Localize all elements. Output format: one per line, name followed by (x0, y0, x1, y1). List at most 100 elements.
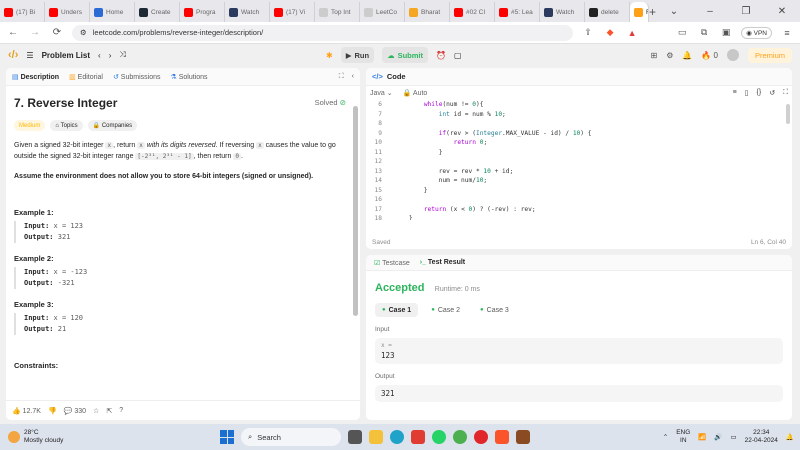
browser-tab-active[interactable]: Re × (630, 2, 649, 22)
case-tab-2[interactable]: ● Case 2 (424, 303, 467, 317)
browser-tab[interactable]: LeetCo (360, 2, 405, 22)
reload-button[interactable]: ⟳ (50, 27, 64, 38)
notes-icon[interactable]: ▢ (454, 51, 462, 60)
code-line[interactable]: 14 num = num/10; (366, 176, 792, 186)
bookmark-icon[interactable]: ▯ (745, 89, 749, 97)
code-line[interactable]: 18 } (366, 214, 792, 220)
autocomplete-toggle[interactable]: 🔒 Auto (403, 89, 428, 97)
menu-icon[interactable]: ≡ (780, 28, 794, 38)
task-view-icon[interactable] (348, 430, 362, 444)
back-button[interactable]: ← (6, 27, 20, 38)
page-title[interactable]: 7. Reverse Integer (14, 96, 352, 110)
new-tab-button[interactable]: + (649, 2, 656, 22)
chrome-icon[interactable] (453, 430, 467, 444)
browser-tab[interactable]: Progra (180, 2, 225, 22)
site-info-icon[interactable]: ⚙ (80, 28, 87, 37)
browser-tab[interactable]: Create (135, 2, 180, 22)
windows-start-icon[interactable] (220, 430, 234, 444)
weather-widget[interactable]: 28°C Mostly cloudy (0, 429, 63, 445)
share-icon[interactable]: ⇪ (581, 27, 595, 38)
volume-icon[interactable]: 🔊 (714, 433, 722, 441)
minimize-button[interactable]: – (692, 6, 728, 17)
browser-tab[interactable]: Top Int (315, 2, 360, 22)
help-icon[interactable]: ? (119, 407, 123, 414)
code-line[interactable]: 13 rev = rev * 10 + id; (366, 167, 792, 177)
code-line[interactable]: 15 } (366, 186, 792, 196)
braces-icon[interactable]: {} (757, 89, 762, 97)
settings-icon[interactable]: ⚙ (666, 51, 673, 60)
submit-button[interactable]: ☁ Submit (382, 47, 428, 63)
edge-icon[interactable] (390, 430, 404, 444)
browser-tab[interactable]: delete (585, 2, 630, 22)
taskbar-search[interactable]: ⌕ Search (241, 428, 341, 446)
extensions-icon[interactable]: ⧉ (697, 27, 711, 38)
collapse-panel-icon[interactable]: ‹ (352, 73, 354, 81)
wallet-icon[interactable]: ▣ (719, 27, 733, 38)
browser-tab[interactable]: #02 CI (450, 2, 495, 22)
brave-icon[interactable] (495, 430, 509, 444)
code-line[interactable]: 11 } (366, 148, 792, 158)
case-tab-3[interactable]: ● Case 3 (473, 303, 516, 317)
code-line[interactable]: 16 (366, 195, 792, 205)
brave-shield-icon[interactable]: ◆ (603, 27, 617, 38)
whatsapp-icon[interactable] (432, 430, 446, 444)
notifications-icon[interactable]: 🔔 (682, 51, 692, 60)
expand-icon[interactable]: ⛶ (339, 73, 344, 81)
forward-button[interactable]: → (28, 27, 42, 38)
comments-button[interactable]: 💬 330 (64, 407, 86, 415)
code-line[interactable]: 10 return 0; (366, 138, 792, 148)
run-button[interactable]: ▶ Run (340, 47, 375, 63)
chevron-up-icon[interactable]: ⌃ (663, 433, 668, 441)
language-select[interactable]: Java ⌄ (370, 89, 393, 97)
close-window-button[interactable]: ✕ (764, 6, 800, 17)
browser-tab[interactable]: Watch (540, 2, 585, 22)
browser-tab[interactable]: Bharat (405, 2, 450, 22)
companies-badge[interactable]: 🔒 Companies (87, 120, 138, 131)
tab-submissions[interactable]: ↺ Submissions (113, 73, 161, 81)
layout-icon[interactable]: ⊞ (651, 51, 658, 60)
url-field[interactable]: ⚙ leetcode.com/problems/reverse-integer/… (72, 24, 574, 41)
language-indicator[interactable]: ENG IN (676, 429, 690, 445)
code-line[interactable]: 12 (366, 157, 792, 167)
case-tab-1[interactable]: ● Case 1 (375, 303, 419, 317)
premium-button[interactable]: Premium (747, 47, 792, 63)
code-line[interactable]: 17 return (x < 0) ? (-rev) : rev; (366, 205, 792, 215)
code-line[interactable]: 7 int id = num % 10; (366, 110, 792, 120)
streak-counter[interactable]: 🔥 0 (701, 51, 718, 60)
like-button[interactable]: 👍 12.7K (12, 407, 41, 415)
browser-tab[interactable]: Watch (225, 2, 270, 22)
app-icon[interactable] (411, 430, 425, 444)
dislike-button[interactable]: 👎 (48, 407, 57, 415)
code-line[interactable]: 9 if(rev > (Integer.MAX_VALUE - id) / 10… (366, 129, 792, 139)
tab-search-icon[interactable]: ⌄ (656, 6, 692, 17)
editor-scrollbar[interactable] (786, 104, 790, 124)
next-problem-icon[interactable]: › (109, 51, 112, 60)
browser-tab[interactable]: #5: Lea (495, 2, 540, 22)
topics-badge[interactable]: ⌂ Topics (50, 120, 83, 131)
opera-icon[interactable] (474, 430, 488, 444)
format-icon[interactable]: ≡ (733, 89, 737, 97)
wifi-icon[interactable]: 📶 (698, 433, 706, 441)
code-line[interactable]: 8 (366, 119, 792, 129)
tab-description[interactable]: ▤ Description (12, 73, 59, 81)
clock[interactable]: 22:34 22-04-2024 (745, 429, 778, 445)
browser-tab[interactable]: (17) Vi (270, 2, 315, 22)
sidebar-icon[interactable]: ▭ (675, 27, 689, 38)
file-explorer-icon[interactable] (369, 430, 383, 444)
avatar[interactable] (726, 49, 739, 61)
browser-tab[interactable]: Home (90, 2, 135, 22)
app-icon-2[interactable] (516, 430, 530, 444)
battery-icon[interactable]: ▭ (731, 433, 737, 441)
tab-editorial[interactable]: ▥ Editorial (69, 73, 103, 81)
vpn-button[interactable]: ◉ VPN (741, 26, 772, 39)
debug-icon[interactable]: ✱ (326, 51, 333, 60)
prev-problem-icon[interactable]: ‹ (98, 51, 101, 60)
tab-test-result[interactable]: ›_ Test Result (420, 259, 465, 266)
shuffle-icon[interactable]: ⤨ (119, 50, 125, 60)
fullscreen-icon[interactable]: ⛶ (783, 89, 788, 97)
description-scrollbar[interactable] (353, 106, 358, 316)
browser-tab[interactable]: Unders (45, 2, 90, 22)
tab-solutions[interactable]: ⚗ Solutions (170, 73, 207, 81)
problem-list-link[interactable]: Problem List (42, 51, 90, 60)
code-line[interactable]: 6 while(num != 0){ (366, 100, 792, 110)
